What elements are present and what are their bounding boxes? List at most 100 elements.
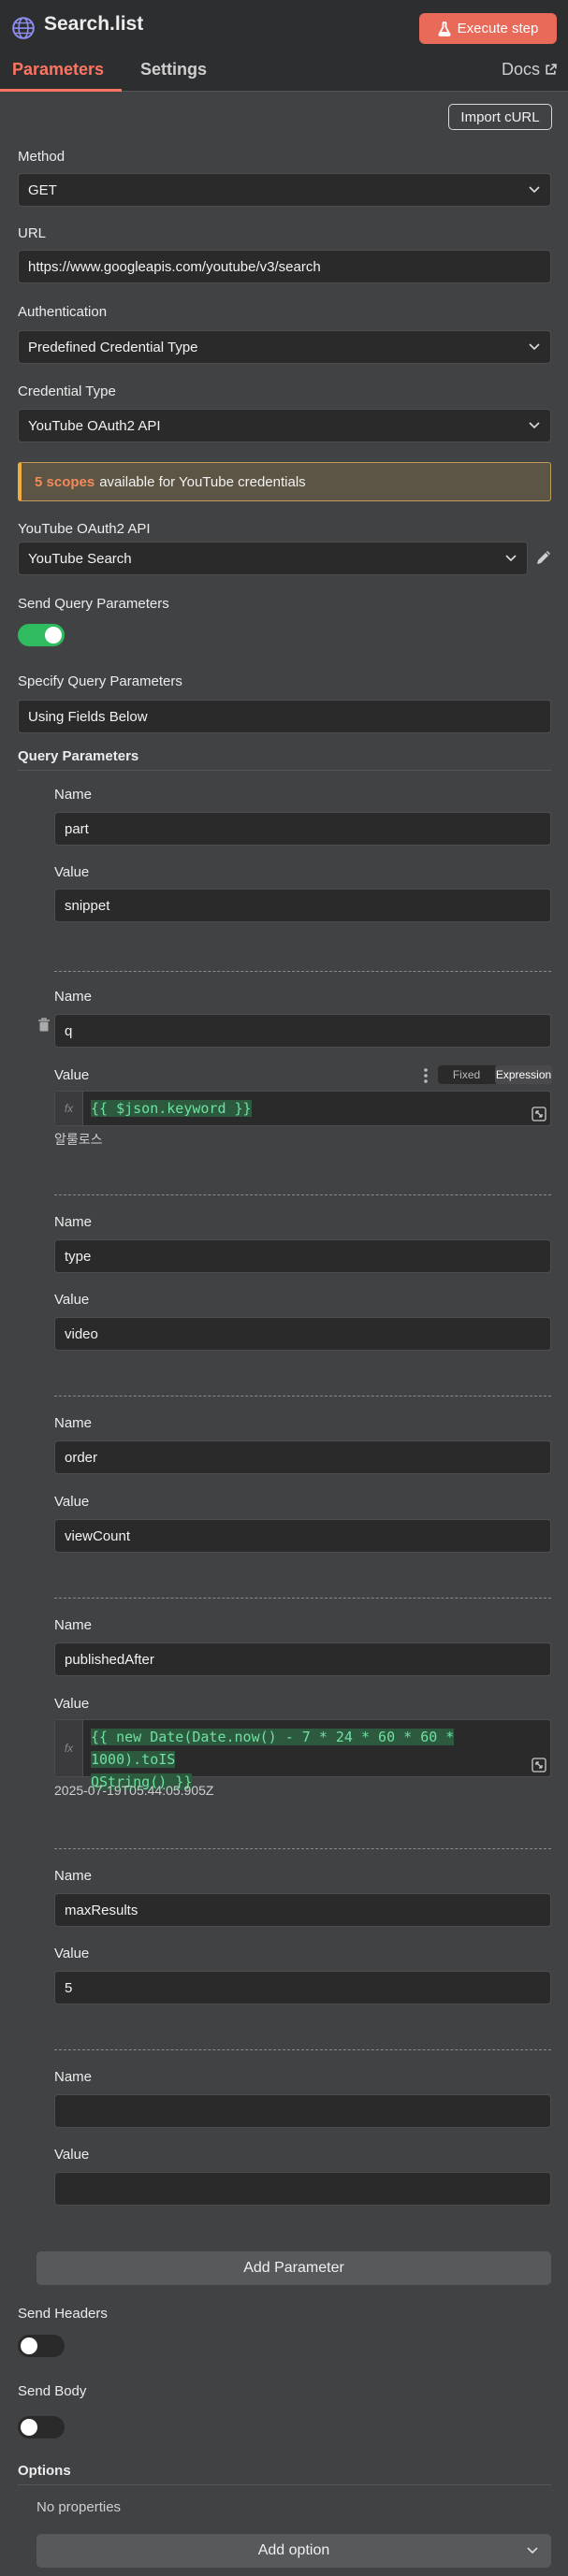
param-separator: [54, 971, 551, 972]
authentication-label: Authentication: [18, 304, 108, 320]
authentication-select[interactable]: Predefined Credential Type: [18, 330, 551, 364]
param-value-input[interactable]: snippet: [54, 889, 551, 922]
credential-value: YouTube Search: [28, 550, 132, 567]
options-heading: Options: [18, 2463, 71, 2479]
specify-query-label: Specify Query Parameters: [18, 673, 182, 689]
tab-bar: Parameters Settings Docs: [0, 52, 568, 92]
param-name-label: Name: [54, 1617, 93, 1633]
param-name-label: Name: [54, 1415, 93, 1431]
expand-icon[interactable]: [532, 1758, 546, 1773]
param-separator: [54, 2049, 551, 2050]
tab-parameters[interactable]: Parameters: [12, 60, 104, 80]
expression-editor[interactable]: fx {{ $json.keyword }}: [54, 1091, 551, 1126]
send-query-toggle[interactable]: [18, 624, 65, 646]
param-value-input[interactable]: [54, 2172, 551, 2206]
chevron-down-icon: [505, 555, 517, 562]
expression-editor[interactable]: fx {{ new Date(Date.now() - 7 * 24 * 60 …: [54, 1719, 551, 1790]
chevron-down-icon: [529, 422, 540, 429]
param-value-label: Value: [54, 864, 90, 880]
scopes-notice-text: available for YouTube credentials: [99, 473, 306, 490]
credential-label: YouTube OAuth2 API: [18, 521, 151, 537]
param-value-label: Value: [54, 1946, 90, 1961]
param-name-input[interactable]: q: [54, 1014, 551, 1048]
add-parameter-button[interactable]: Add Parameter: [36, 2251, 551, 2285]
edit-credential-icon[interactable]: [534, 548, 553, 567]
toggle-knob: [45, 627, 62, 644]
add-option-label: Add option: [257, 2542, 330, 2558]
more-options-icon[interactable]: [423, 1067, 429, 1084]
param-value-label: Value: [54, 1696, 90, 1712]
param-value-label: Value: [54, 1494, 90, 1510]
query-parameters-heading: Query Parameters: [18, 748, 139, 764]
send-headers-label: Send Headers: [18, 2306, 108, 2322]
node-header: Search.list Execute step: [0, 0, 568, 59]
fx-icon: fx: [55, 1720, 83, 1776]
active-tab-indicator: [0, 89, 122, 92]
expression-preview: 알룰로스: [54, 1132, 103, 1147]
url-label: URL: [18, 225, 47, 241]
param-value-input[interactable]: 5: [54, 1971, 551, 2004]
expression-option[interactable]: Expression: [495, 1065, 552, 1084]
param-name-label: Name: [54, 989, 93, 1005]
flask-icon: [438, 21, 451, 36]
method-value: GET: [28, 181, 57, 198]
fixed-expression-toggle[interactable]: Fixed Expression: [438, 1065, 552, 1084]
docs-label: Docs: [501, 60, 540, 79]
param-value-input[interactable]: video: [54, 1317, 551, 1351]
section-divider: [18, 770, 551, 771]
param-value-label: Value: [54, 1292, 90, 1308]
docs-link[interactable]: Docs: [502, 60, 557, 80]
toggle-knob: [21, 2337, 37, 2354]
scopes-count-link[interactable]: 5 scopes: [35, 474, 95, 490]
param-name-input[interactable]: type: [54, 1239, 551, 1273]
param-name-label: Name: [54, 2069, 93, 2085]
import-curl-button[interactable]: Import cURL: [448, 104, 552, 130]
param-value-input[interactable]: viewCount: [54, 1519, 551, 1553]
param-separator: [54, 1396, 551, 1397]
authentication-value: Predefined Credential Type: [28, 339, 198, 355]
credential-type-value: YouTube OAuth2 API: [28, 417, 161, 434]
expand-icon[interactable]: [532, 1107, 546, 1122]
send-headers-toggle[interactable]: [18, 2335, 65, 2357]
chevron-down-icon: [529, 343, 540, 351]
scopes-notice: 5 scopes available for YouTube credentia…: [18, 462, 551, 501]
param-separator: [54, 1598, 551, 1599]
param-separator: [54, 1848, 551, 1849]
param-name-input[interactable]: order: [54, 1440, 551, 1474]
param-separator: [54, 1194, 551, 1195]
param-name-label: Name: [54, 1214, 93, 1230]
param-value-label: Value: [54, 1067, 90, 1083]
tab-settings[interactable]: Settings: [140, 60, 207, 80]
param-value-label: Value: [54, 2147, 90, 2163]
url-input[interactable]: https://www.googleapis.com/youtube/v3/se…: [18, 250, 551, 283]
toggle-knob: [21, 2419, 37, 2436]
chevron-down-icon: [527, 2547, 538, 2554]
specify-query-select[interactable]: Using Fields Below: [18, 700, 551, 733]
param-name-input[interactable]: [54, 2094, 551, 2128]
param-name-label: Name: [54, 787, 93, 803]
param-name-input[interactable]: publishedAfter: [54, 1643, 551, 1676]
send-body-toggle[interactable]: [18, 2416, 65, 2439]
section-divider: [18, 2484, 551, 2485]
method-select[interactable]: GET: [18, 173, 551, 207]
credential-select[interactable]: YouTube Search: [18, 542, 528, 575]
globe-icon: [12, 17, 35, 39]
add-option-select[interactable]: Add option: [36, 2534, 551, 2568]
param-name-input[interactable]: maxResults: [54, 1893, 551, 1927]
trash-icon[interactable]: [37, 1018, 51, 1033]
chevron-down-icon: [529, 186, 540, 194]
param-name-input[interactable]: part: [54, 812, 551, 846]
fixed-option[interactable]: Fixed: [438, 1065, 495, 1084]
param-name-label: Name: [54, 1868, 93, 1884]
method-label: Method: [18, 149, 66, 165]
expression-preview: 2025-07-19T05:44:05.905Z: [54, 1783, 214, 1798]
external-link-icon: [546, 64, 557, 75]
execute-step-button[interactable]: Execute step: [419, 13, 557, 44]
credential-type-label: Credential Type: [18, 384, 116, 399]
no-properties-text: No properties: [36, 2499, 122, 2515]
execute-step-label: Execute step: [457, 21, 539, 36]
credential-type-select[interactable]: YouTube OAuth2 API: [18, 409, 551, 442]
send-query-label: Send Query Parameters: [18, 596, 169, 612]
node-title[interactable]: Search.list: [44, 13, 143, 36]
expression-code: {{ $json.keyword }}: [91, 1100, 252, 1117]
